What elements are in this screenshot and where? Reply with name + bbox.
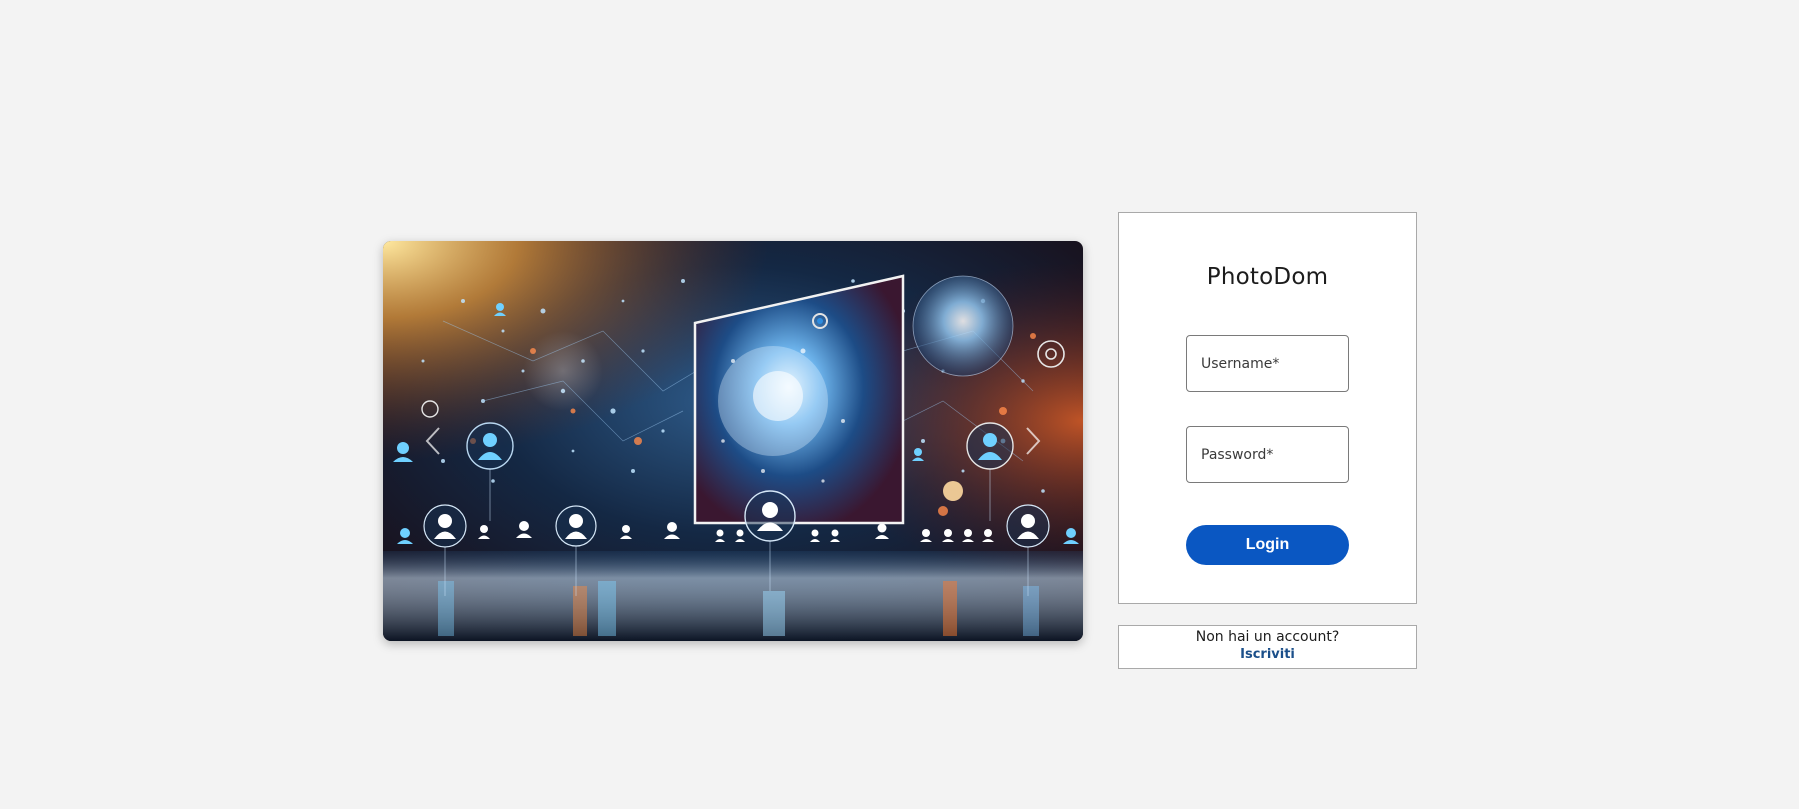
carousel-next-button[interactable] xyxy=(1015,416,1051,466)
signup-link[interactable]: Iscriviti xyxy=(1119,647,1416,662)
login-card: PhotoDom Login xyxy=(1118,212,1417,604)
username-field[interactable] xyxy=(1186,335,1349,392)
chevron-left-icon xyxy=(425,427,440,455)
image-carousel xyxy=(383,241,1083,641)
login-button[interactable]: Login xyxy=(1186,525,1349,565)
password-field[interactable] xyxy=(1186,426,1349,483)
signup-prompt: Non hai un account? xyxy=(1195,629,1340,645)
chevron-right-icon xyxy=(1026,427,1041,455)
username-input[interactable] xyxy=(1187,336,1348,391)
login-page: PhotoDom Login Non hai un account? Iscri… xyxy=(0,0,1799,809)
carousel-prev-button[interactable] xyxy=(415,416,451,466)
signup-card: Non hai un account? Iscriviti xyxy=(1118,625,1417,669)
brand-title: PhotoDom xyxy=(1206,264,1329,290)
password-input[interactable] xyxy=(1187,427,1348,482)
hero-image xyxy=(383,241,1083,641)
